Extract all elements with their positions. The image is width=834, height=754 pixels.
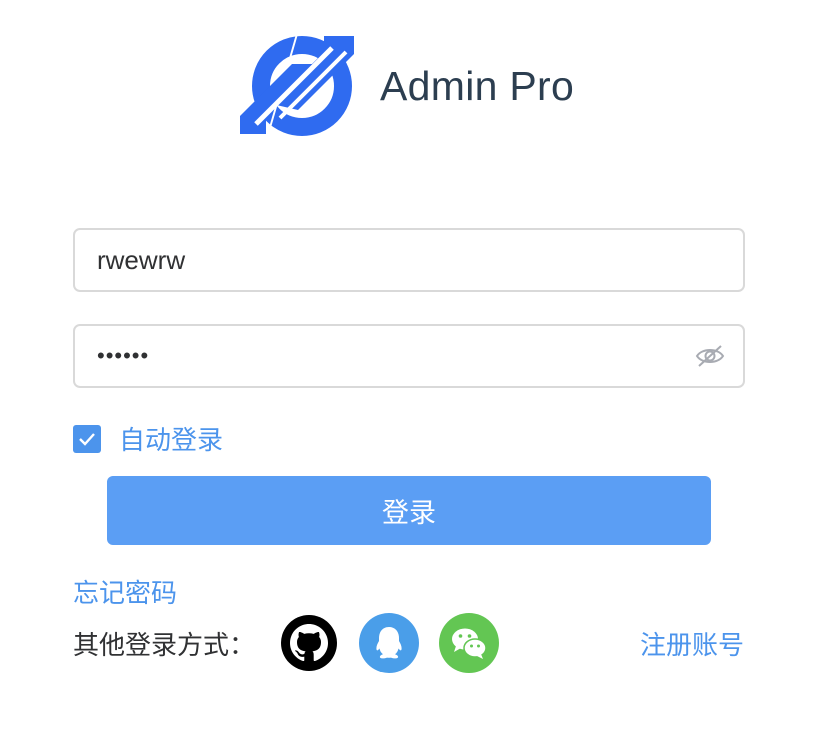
eye-slash-icon[interactable] [695, 343, 725, 369]
auto-login-label[interactable]: 自动登录 [119, 420, 223, 457]
password-input[interactable] [75, 326, 743, 386]
checkbox-checked-icon[interactable] [73, 424, 101, 453]
admin-pro-logo-icon [240, 36, 354, 136]
auto-login-checkbox[interactable]: 自动登录 [73, 420, 223, 457]
username-input[interactable] [75, 230, 743, 290]
brand-header: Admin Pro [236, 34, 574, 138]
other-login-label: 其他登录方式： [73, 631, 256, 661]
qq-icon[interactable] [359, 613, 419, 673]
username-field[interactable] [73, 228, 745, 292]
github-icon[interactable] [279, 613, 339, 673]
login-button[interactable]: 登录 [107, 476, 711, 545]
register-link[interactable]: 注册账号 [640, 625, 744, 662]
login-page: Admin Pro 自动登录 登录 忘记密码 其他登录方式： [0, 0, 834, 754]
password-field[interactable] [73, 324, 745, 388]
forgot-password-link[interactable]: 忘记密码 [73, 573, 177, 610]
app-title: Admin Pro [380, 62, 575, 109]
wechat-icon[interactable] [439, 613, 499, 673]
